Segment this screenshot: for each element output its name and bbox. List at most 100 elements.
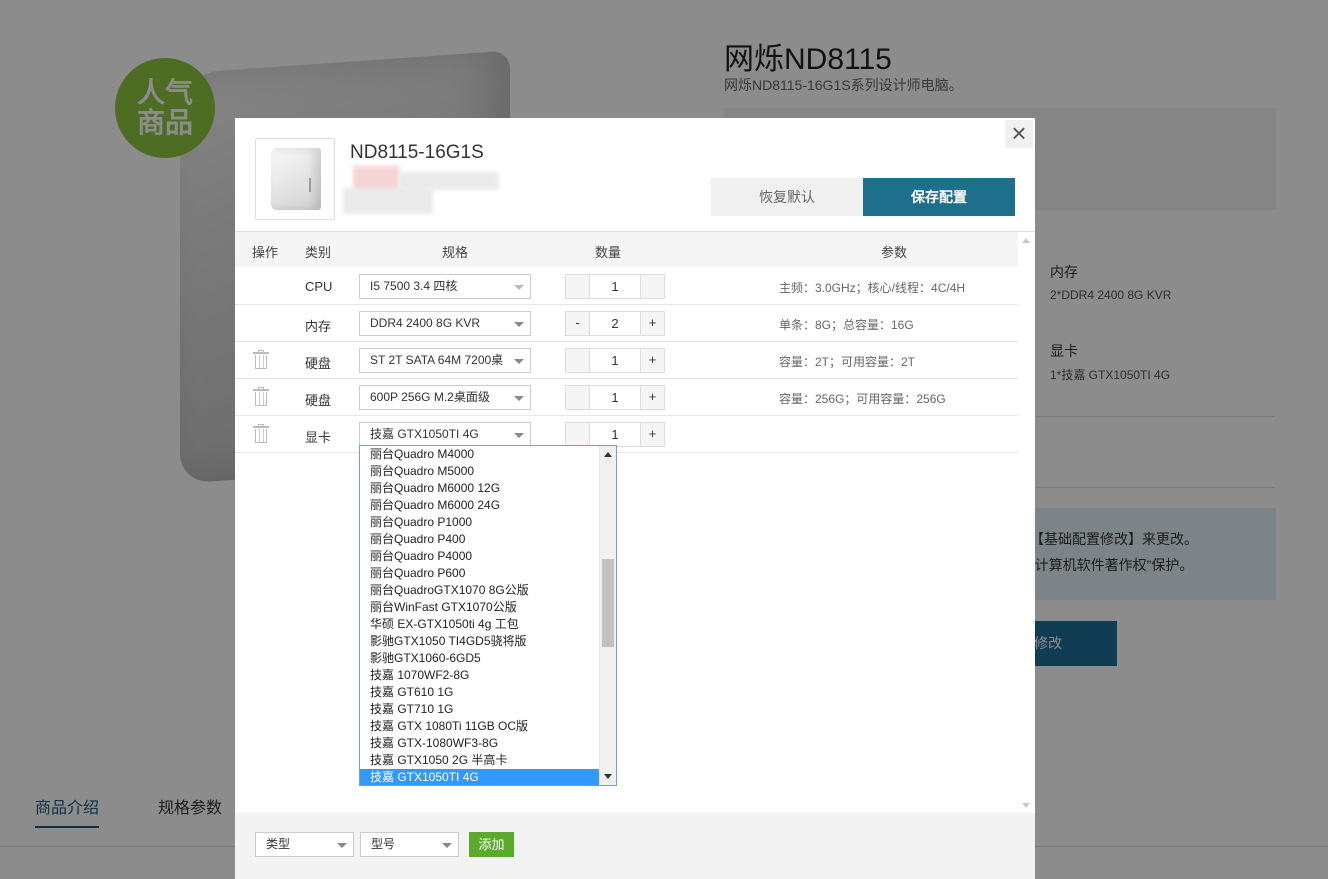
table-row: CPU I5 7500 3.4 四核 1 主频：3.0GHz；核心/线程：4C/… [235, 268, 1018, 305]
trash-icon[interactable] [253, 387, 269, 407]
gpu-dropdown-list[interactable]: 丽台Quadro M4000 丽台Quadro M5000 丽台Quadro M60… [359, 445, 617, 786]
decrement-button[interactable]: - [566, 312, 590, 335]
type-select[interactable]: 类型 [255, 832, 354, 857]
dropdown-items: 丽台Quadro M4000 丽台Quadro M5000 丽台Quadro M60… [360, 446, 616, 785]
dropdown-scrollbar[interactable] [599, 446, 616, 785]
dropdown-option[interactable]: 丽台Quadro P400 [360, 531, 616, 548]
quantity-value[interactable]: 1 [590, 349, 640, 372]
table-header: 操作 类别 规格 数量 参数 [235, 232, 1018, 267]
spec-value: 技嘉 GTX1050TI 4G [370, 427, 479, 441]
dropdown-option[interactable]: 技嘉 GTX-1080WF3-8G [360, 735, 616, 752]
quantity-value[interactable]: 2 [590, 312, 640, 335]
spec-select[interactable]: ST 2T SATA 64M 7200桌 [359, 348, 531, 373]
pc-case-image [271, 148, 321, 210]
dropdown-option[interactable]: 丽台Quadro M6000 24G [360, 497, 616, 514]
header-action: 操作 [252, 245, 279, 260]
dropdown-option[interactable]: 丽台Quadro M6000 12G [360, 480, 616, 497]
restore-default-button[interactable]: 恢复默认 [711, 178, 863, 216]
increment-button[interactable]: + [640, 349, 664, 372]
decrement-button[interactable] [566, 275, 590, 298]
dropdown-option[interactable]: 技嘉 GTX1050 2G 半高卡 [360, 752, 616, 769]
increment-button[interactable]: + [640, 312, 664, 335]
close-icon[interactable]: × [1005, 120, 1033, 148]
model-name: ND8115-16G1S [350, 142, 484, 163]
dropdown-option[interactable]: 丽台Quadro P4000 [360, 548, 616, 565]
header-category: 类别 [305, 245, 332, 260]
decrement-button[interactable] [566, 349, 590, 372]
scroll-thumb[interactable] [602, 559, 614, 647]
decrement-button[interactable] [566, 423, 590, 446]
chevron-down-icon [514, 433, 524, 438]
header-params: 参数 [881, 245, 908, 260]
table-row: 硬盘 ST 2T SATA 64M 7200桌 1 + 容量：2T；可用容量：2… [235, 342, 1018, 379]
spec-select[interactable]: 600P 256G M.2桌面级 [359, 385, 531, 410]
decrement-button[interactable] [566, 386, 590, 409]
dropdown-option[interactable]: 丽台Quadro P1000 [360, 514, 616, 531]
add-button[interactable]: 添加 [469, 832, 514, 857]
quantity-value[interactable]: 1 [590, 423, 640, 446]
quantity-stepper: 1 + [565, 422, 665, 447]
spec-value: 600P 256G M.2桌面级 [370, 390, 490, 404]
row-params: 主频：3.0GHz；核心/线程：4C/4H [779, 281, 966, 295]
spec-select[interactable]: 技嘉 GTX1050TI 4G [359, 422, 531, 447]
header-spec: 规格 [442, 245, 469, 260]
chevron-down-icon [514, 396, 524, 401]
chevron-down-icon [442, 843, 452, 848]
table-row: 硬盘 600P 256G M.2桌面级 1 + 容量：256G；可用容量：256… [235, 379, 1018, 416]
table-scrollbar[interactable] [1018, 232, 1035, 814]
increment-button[interactable]: + [640, 423, 664, 446]
row-category: 内存 [305, 319, 332, 334]
row-category: CPU [305, 279, 333, 294]
spec-value: ST 2T SATA 64M 7200桌 [370, 353, 504, 367]
header-qty: 数量 [595, 245, 622, 260]
scroll-down-icon[interactable] [1022, 803, 1030, 808]
dropdown-option[interactable]: 技嘉 GTX 1080Ti 11GB OC版 [360, 718, 616, 735]
dropdown-option[interactable]: 丽台Quadro M4000 [360, 446, 616, 463]
dropdown-option[interactable]: 丽台Quadro M5000 [360, 463, 616, 480]
increment-button[interactable] [640, 275, 664, 298]
blurred-price [343, 164, 503, 216]
model-select-value: 型号 [371, 837, 396, 851]
spec-value: I5 7500 3.4 四核 [370, 279, 458, 293]
chevron-down-icon [514, 285, 524, 290]
dropdown-option[interactable]: 丽台Quadro P600 [360, 565, 616, 582]
scroll-up-icon[interactable] [604, 452, 612, 457]
save-config-button[interactable]: 保存配置 [863, 178, 1015, 216]
spec-select[interactable]: DDR4 2400 8G KVR [359, 311, 531, 336]
quantity-value[interactable]: 1 [590, 275, 640, 298]
model-select[interactable]: 型号 [360, 832, 459, 857]
dropdown-option[interactable]: 技嘉 GT710 1G [360, 701, 616, 718]
scroll-down-icon[interactable] [604, 774, 612, 779]
dropdown-option[interactable]: 影驰GTX1050 TI4GD5骁将版 [360, 633, 616, 650]
dropdown-option[interactable]: 华硕 EX-GTX1050ti 4g 工包 [360, 616, 616, 633]
dropdown-option[interactable]: 丽台QuadroGTX1070 8G公版 [360, 582, 616, 599]
trash-icon[interactable] [253, 350, 269, 370]
scroll-up-icon[interactable] [1022, 238, 1030, 243]
dropdown-option[interactable]: 技嘉 1070WF2-8G [360, 667, 616, 684]
row-category: 显卡 [305, 430, 332, 445]
chevron-down-icon [514, 359, 524, 364]
chevron-down-icon [514, 322, 524, 327]
dropdown-option[interactable]: 技嘉 GT610 1G [360, 684, 616, 701]
dropdown-option[interactable]: 丽台WinFast GTX1070公版 [360, 599, 616, 616]
config-modal: × ND8115-16G1S 恢复默认 保存配置 操作 类别 规格 数量 参数 … [235, 118, 1035, 879]
dropdown-option[interactable]: 技嘉 GTX1050TI 4G [360, 769, 616, 785]
increment-button[interactable]: + [640, 386, 664, 409]
chevron-down-icon [337, 843, 347, 848]
config-table: 操作 类别 规格 数量 参数 CPU I5 7500 3.4 四核 1 主频：3… [235, 231, 1035, 814]
spec-select[interactable]: I5 7500 3.4 四核 [359, 274, 531, 299]
row-category: 硬盘 [305, 393, 332, 408]
product-thumbnail [255, 138, 335, 220]
add-component-bar: 类型 型号 添加 [235, 813, 1035, 879]
quantity-value[interactable]: 1 [590, 386, 640, 409]
quantity-stepper: 1 [565, 274, 665, 299]
table-row: 内存 DDR4 2400 8G KVR - 2 + 单条：8G；总容量：16G [235, 305, 1018, 342]
table-row: 显卡 技嘉 GTX1050TI 4G 1 + [235, 416, 1018, 453]
dropdown-option[interactable]: 影驰GTX1060-6GD5 [360, 650, 616, 667]
row-params: 单条：8G；总容量：16G [779, 318, 914, 332]
row-params: 容量：2T；可用容量：2T [779, 355, 916, 369]
quantity-stepper: 1 + [565, 348, 665, 373]
quantity-stepper: - 2 + [565, 311, 665, 336]
trash-icon[interactable] [253, 424, 269, 444]
spec-value: DDR4 2400 8G KVR [370, 316, 481, 330]
